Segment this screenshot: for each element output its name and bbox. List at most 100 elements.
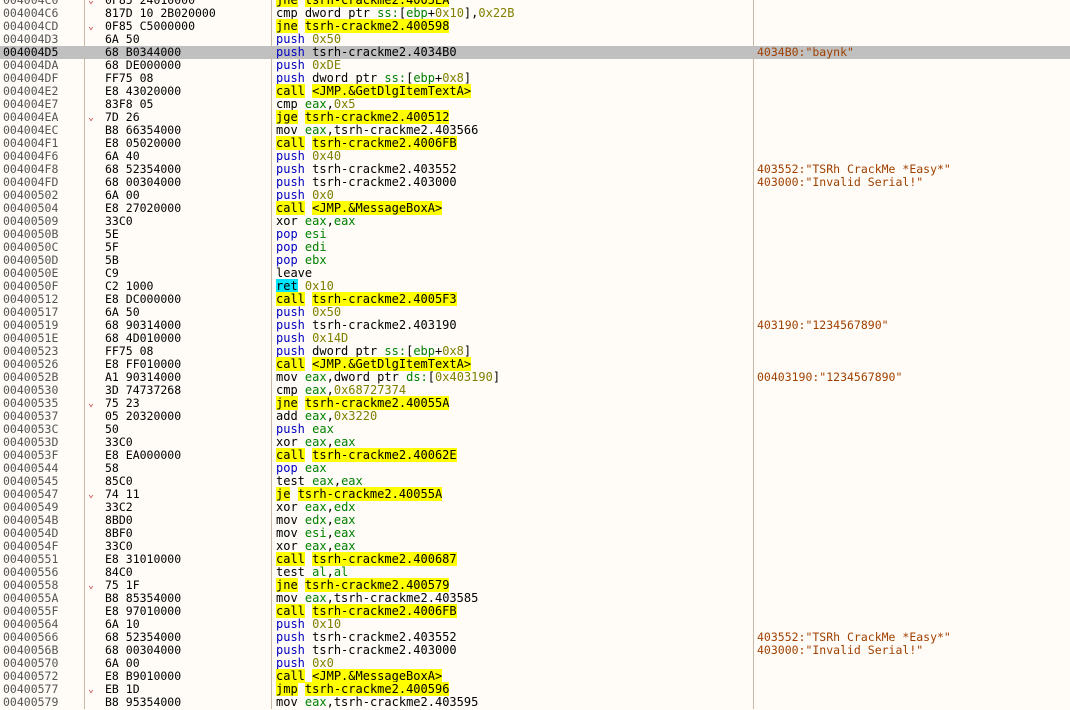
row-bytes: B8 95354000 [105, 695, 182, 709]
disasm-row[interactable]: 00400512 E8 DC000000 call tsrh-crackme2.40… [0, 292, 1070, 306]
mnemonic: jne [276, 396, 298, 410]
jump-arrow-icon[interactable]: ⌄ [88, 579, 94, 592]
operand: 0x10 [304, 279, 334, 293]
disasm-row[interactable]: 00400545 85C0 test eax,eax [0, 475, 1070, 488]
mnemonic: push [276, 58, 305, 72]
disasm-row[interactable]: 00400530 3D 74737268 cmp eax,0x68727374 [0, 384, 1070, 397]
disasm-row[interactable]: 0040050E C9 leave [0, 267, 1070, 280]
disasm-row[interactable]: 0040050D 5B pop ebx [0, 254, 1070, 267]
operand: 0x0 [312, 656, 334, 670]
operand: 0x40 [312, 149, 342, 163]
row-comment: 00403190:"1234567890" [757, 370, 903, 384]
operand: eax,eax [304, 435, 356, 449]
operand: dword ptr ss:[ebp+0x8] [312, 344, 472, 358]
row-comment: 403000:"Invalid Serial!" [757, 175, 924, 189]
jump-arrow-icon[interactable]: ⌄ [88, 111, 94, 124]
disasm-row[interactable]: 0040053F E8 EA000000 call tsrh-crackme2.40… [0, 448, 1070, 462]
mnemonic: call [276, 201, 305, 215]
row-comment: 403000:"Invalid Serial!" [757, 643, 924, 657]
disasm-row[interactable]: 00400556 84C0 test al,al [0, 566, 1070, 579]
mnemonic: test [276, 565, 305, 579]
operand[interactable]: tsrh-crackme2.400512 [304, 110, 450, 124]
disasm-row[interactable]: 00400549 33C2 xor eax,edx [0, 501, 1070, 514]
disasm-row[interactable]: 0040050B 5E pop esi [0, 228, 1070, 241]
disasm-row[interactable]: 00400579 B8 95354000 mov eax,tsrh-crackme2… [0, 696, 1070, 709]
operand[interactable]: tsrh-crackme2.40062E [312, 448, 457, 462]
operand[interactable]: tsrh-crackme2.400598 [304, 19, 450, 33]
jump-arrow-icon[interactable]: ⌄ [88, 0, 94, 7]
disassembly-view[interactable]: 004004C0 ⌄ 0F85 24010000 jne tsrh-crackme2.… [0, 0, 1070, 709]
operand[interactable]: tsrh-crackme2.4006FB [312, 136, 457, 150]
mnemonic: cmp [276, 383, 298, 397]
disasm-row[interactable]: 0040054B 8BD0 mov edx,eax [0, 514, 1070, 527]
jump-arrow-icon[interactable]: ⌄ [88, 488, 94, 501]
mnemonic: ret [276, 279, 298, 293]
operand: esi,eax [304, 526, 356, 540]
mnemonic: cmp [276, 6, 298, 20]
disasm-row[interactable]: 004004E7 83F8 05 cmp eax,0x5 [0, 98, 1070, 111]
operand: tsrh-crackme2.403552 [312, 162, 457, 176]
operand[interactable]: tsrh-crackme2.4006FB [312, 604, 457, 618]
disasm-row[interactable]: 00400509 33C0 xor eax,eax [0, 215, 1070, 228]
disasm-row[interactable]: 004004FD 68 00304000 push tsrh-crackme2.40… [0, 176, 1070, 189]
operand: eax,dword ptr ds:[0x403190] [304, 370, 501, 384]
operand[interactable]: tsrh-crackme2.40055A [297, 487, 443, 501]
operand[interactable]: <JMP.&GetDlgItemTextA> [312, 357, 472, 371]
disassembly-rows: 004004C0 ⌄ 0F85 24010000 jne tsrh-crackme2.… [0, 0, 1070, 709]
disasm-row[interactable]: 0040053C 50 push eax [0, 423, 1070, 436]
operand[interactable]: tsrh-crackme2.40055A [304, 396, 450, 410]
operand: edx,eax [304, 513, 356, 527]
disasm-row[interactable]: 0040050C 5F pop edi [0, 241, 1070, 254]
operand: eax,tsrh-crackme2.403566 [304, 123, 479, 137]
operand: eax,eax [304, 539, 356, 553]
operand: eax [304, 461, 327, 475]
mnemonic: call [276, 448, 305, 462]
operand: 0x50 [312, 305, 342, 319]
disasm-row[interactable]: 0040055F E8 97010000 call tsrh-crackme2.40… [0, 604, 1070, 618]
disasm-row[interactable]: 00400544 58 pop eax [0, 462, 1070, 475]
disasm-row[interactable]: 004004F1 E8 05020000 call tsrh-crackme2.40… [0, 136, 1070, 150]
disasm-row[interactable]: 0040054D 8BF0 mov esi,eax [0, 527, 1070, 540]
operand[interactable]: tsrh-crackme2.400596 [304, 682, 450, 696]
disasm-row[interactable]: 004004CD ⌄ 0F85 C5000000 jne tsrh-crackme2.… [0, 19, 1070, 33]
disasm-row[interactable]: 00400504 E8 27020000 call <JMP.&MessageBox… [0, 201, 1070, 215]
disasm-row[interactable]: 00400572 E8 B9010000 call <JMP.&MessageBox… [0, 669, 1070, 683]
mnemonic: call [276, 136, 305, 150]
operand: 0x14D [312, 331, 349, 345]
disasm-row[interactable]: 00400537 05 20320000 add eax,0x3220 [0, 410, 1070, 423]
disasm-row[interactable]: 004004DA 68 DE000000 push 0xDE [0, 59, 1070, 72]
operand: edi [304, 240, 327, 254]
jump-arrow-icon[interactable]: ⌄ [88, 397, 94, 410]
mnemonic: jge [276, 110, 298, 124]
row-instruction: mov eax,tsrh-crackme2.403595 [276, 696, 478, 709]
operand[interactable]: <JMP.&MessageBoxA> [312, 669, 443, 683]
operand[interactable]: tsrh-crackme2.4005F3 [312, 292, 457, 306]
mnemonic: push [276, 32, 305, 46]
operand[interactable]: <JMP.&GetDlgItemTextA> [312, 84, 472, 98]
mnemonic: pop [276, 240, 298, 254]
mnemonic: call [276, 552, 305, 566]
mnemonic: call [276, 84, 305, 98]
operand: 0x0 [312, 188, 334, 202]
operand: 0x10 [312, 617, 342, 631]
operand[interactable]: <JMP.&MessageBoxA> [312, 201, 443, 215]
disasm-row[interactable]: 0040056B 68 00304000 push tsrh-crackme2.40… [0, 644, 1070, 657]
disasm-row[interactable]: 00400547 ⌄ 74 11 je tsrh-crackme2.40055A [0, 487, 1070, 501]
operand: eax,edx [304, 500, 356, 514]
disasm-row[interactable]: 00400551 E8 31010000 call tsrh-crackme2.40… [0, 552, 1070, 566]
mnemonic: mov [276, 695, 298, 709]
mnemonic: jmp [276, 682, 298, 696]
mnemonic: push [276, 617, 305, 631]
operand: dword ptr ss:[ebp+0x8] [312, 71, 472, 85]
jump-arrow-icon[interactable]: ⌄ [88, 20, 94, 33]
jump-arrow-icon[interactable]: ⌄ [88, 683, 94, 696]
mnemonic: push [276, 188, 305, 202]
mnemonic: test [276, 474, 305, 488]
operand: tsrh-crackme2.403190 [312, 318, 457, 332]
disasm-row[interactable]: 004004E2 E8 43020000 call <JMP.&GetDlgItem… [0, 84, 1070, 98]
mnemonic: push [276, 318, 305, 332]
mnemonic: mov [276, 526, 298, 540]
operand[interactable]: tsrh-crackme2.400579 [304, 578, 450, 592]
operand[interactable]: tsrh-crackme2.400687 [312, 552, 457, 566]
disasm-row[interactable]: 0040051E 68 4D010000 push 0x14D [0, 332, 1070, 345]
